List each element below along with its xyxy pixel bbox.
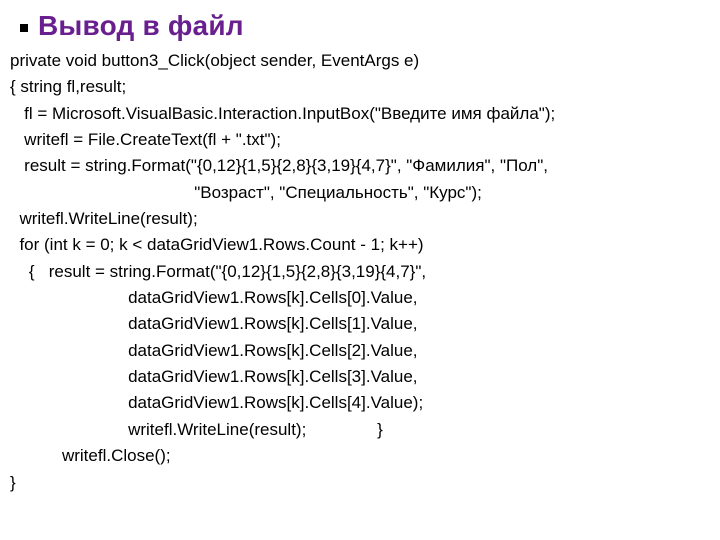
bullet-icon — [20, 24, 28, 32]
slide-title: Вывод в файл — [38, 10, 244, 42]
code-block: private void button3_Click(object sender… — [6, 48, 714, 496]
slide: Вывод в файл private void button3_Click(… — [0, 0, 720, 506]
title-row: Вывод в файл — [6, 10, 714, 42]
